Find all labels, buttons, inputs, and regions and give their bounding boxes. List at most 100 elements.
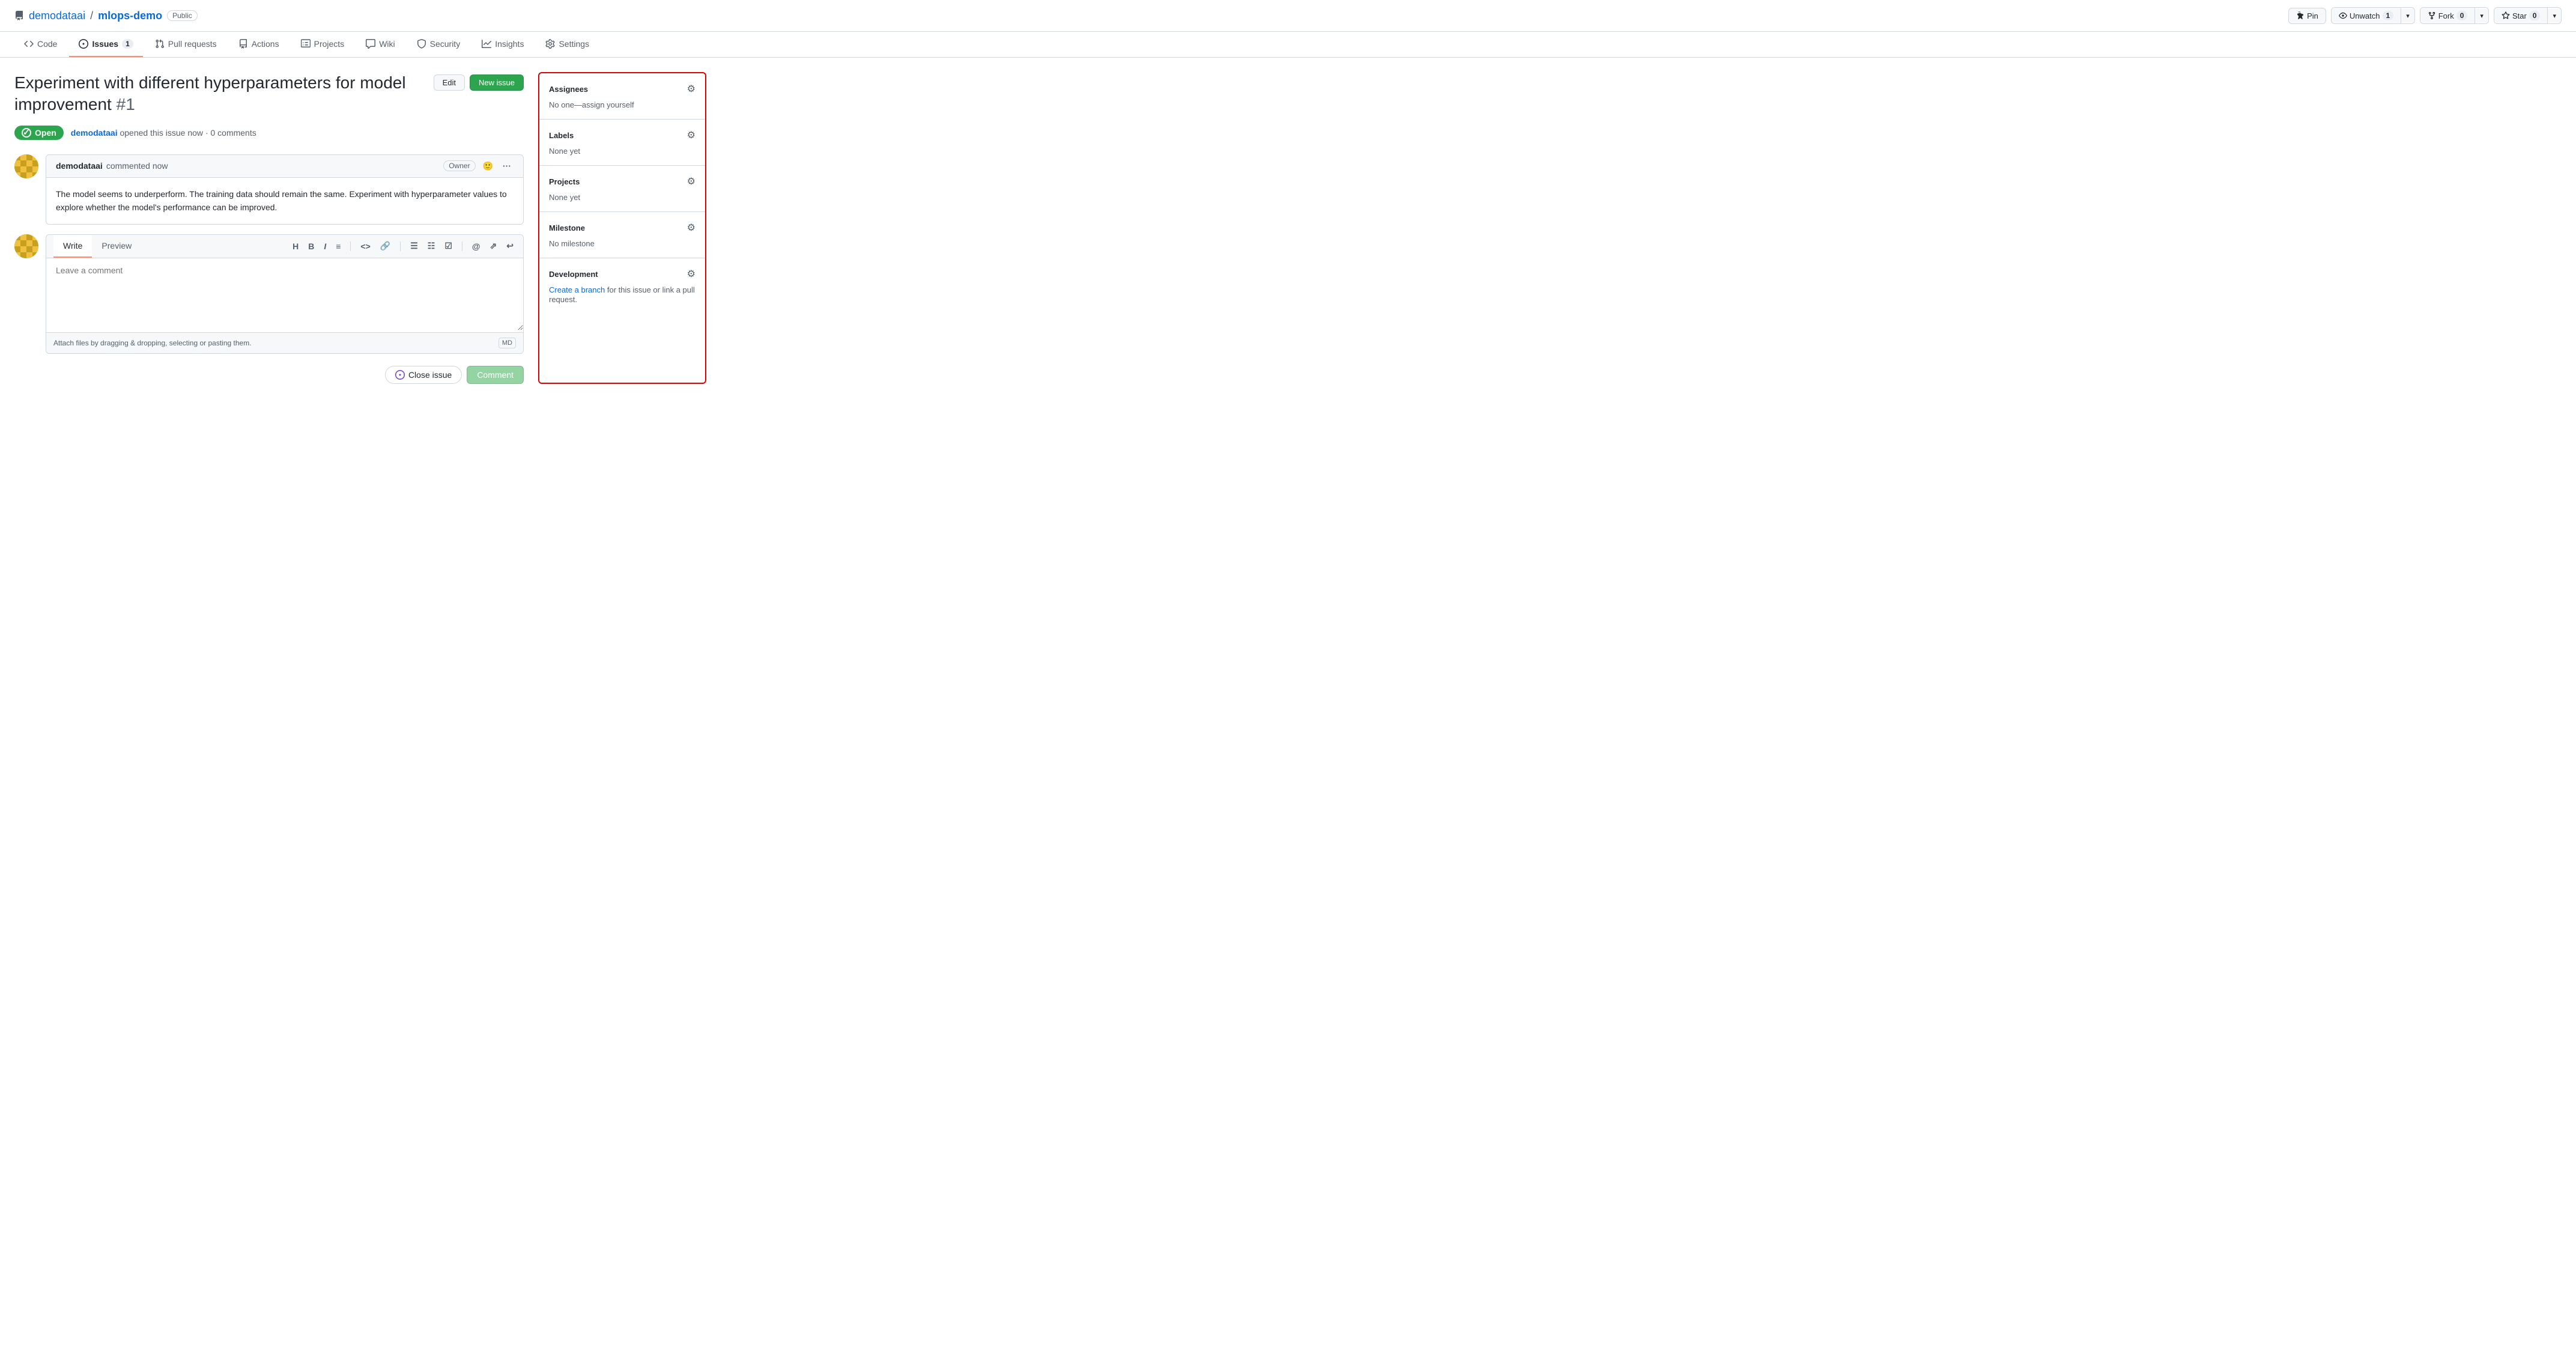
issue-content: Experiment with different hyperparameter… xyxy=(14,72,524,384)
open-label: Open xyxy=(35,128,56,138)
tab-actions-label: Actions xyxy=(252,39,279,49)
heading-icon[interactable]: H xyxy=(290,240,301,252)
repo-actions: Pin Unwatch 1 ▾ Fork 0 ▾ Star 0 ▾ xyxy=(2288,7,2562,24)
projects-gear-icon[interactable]: ⚙ xyxy=(687,175,696,187)
tab-pull-requests[interactable]: Pull requests xyxy=(145,32,226,57)
edit-button[interactable]: Edit xyxy=(434,74,465,91)
unordered-list-icon[interactable]: ☰ xyxy=(408,240,420,252)
tab-actions[interactable]: Actions xyxy=(229,32,289,57)
unwatch-button[interactable]: Unwatch 1 xyxy=(2332,8,2401,23)
issue-title-actions: Edit New issue xyxy=(434,74,524,91)
tab-issues[interactable]: Issues 1 xyxy=(69,32,142,57)
development-header: Development ⚙ xyxy=(549,268,696,280)
fork-count: 0 xyxy=(2456,11,2468,20)
repo-header: demodataai / mlops-demo Public Pin Unwat… xyxy=(0,0,2576,32)
fork-button[interactable]: Fork 0 xyxy=(2420,8,2476,23)
security-icon xyxy=(417,39,426,49)
actions-icon xyxy=(238,39,248,49)
comment-header-left: demodataai commented now xyxy=(56,161,168,171)
tab-wiki[interactable]: Wiki xyxy=(356,32,404,57)
toolbar-sep-2 xyxy=(400,241,401,251)
issue-title: Experiment with different hyperparameter… xyxy=(14,72,424,116)
eye-icon xyxy=(2339,11,2347,20)
comment-thread: demodataai commented now Owner 🙂 ··· The… xyxy=(14,154,524,384)
tab-insights[interactable]: Insights xyxy=(472,32,533,57)
milestone-value: No milestone xyxy=(549,239,595,248)
pin-icon xyxy=(2296,11,2305,20)
preview-tab[interactable]: Preview xyxy=(92,235,141,258)
star-label: Star xyxy=(2512,11,2527,20)
fork-label: Fork xyxy=(2438,11,2454,20)
attach-text: Attach files by dragging & dropping, sel… xyxy=(53,339,252,347)
comment-textarea[interactable] xyxy=(46,258,523,330)
fork-button-group: Fork 0 ▾ xyxy=(2420,7,2489,24)
issue-author-link[interactable]: demodataai xyxy=(71,128,118,138)
close-issue-button[interactable]: Close issue xyxy=(385,366,462,384)
labels-gear-icon[interactable]: ⚙ xyxy=(687,129,696,141)
milestone-section: Milestone ⚙ No milestone xyxy=(539,212,705,258)
tab-wiki-label: Wiki xyxy=(379,39,395,49)
repo-sep: / xyxy=(90,10,93,22)
sidebar: Assignees ⚙ No one—assign yourself Label… xyxy=(538,72,706,384)
undo-icon[interactable]: ↩ xyxy=(504,240,516,252)
new-issue-button[interactable]: New issue xyxy=(470,74,524,91)
star-dropdown[interactable]: ▾ xyxy=(2548,9,2561,23)
star-button[interactable]: Star 0 xyxy=(2494,8,2548,23)
create-branch-link[interactable]: Create a branch xyxy=(549,285,605,294)
quote-icon[interactable]: ≡ xyxy=(333,240,343,252)
cross-ref-icon[interactable]: ⇗ xyxy=(488,240,500,252)
assignees-value: No one—assign yourself xyxy=(549,100,634,109)
milestone-gear-icon[interactable]: ⚙ xyxy=(687,222,696,234)
issue-time: now xyxy=(187,128,203,138)
org-link[interactable]: demodataai xyxy=(29,10,85,22)
close-issue-label: Close issue xyxy=(408,370,452,380)
tab-projects[interactable]: Projects xyxy=(291,32,354,57)
nav-tabs: Code Issues 1 Pull requests Actions Proj… xyxy=(0,32,2576,58)
code-block-icon[interactable]: <> xyxy=(358,240,372,252)
open-badge: ✓ Open xyxy=(14,126,64,140)
unwatch-label: Unwatch xyxy=(2350,11,2380,20)
star-count: 0 xyxy=(2529,11,2541,20)
development-section: Development ⚙ Create a branch for this i… xyxy=(539,258,705,314)
unwatch-dropdown[interactable]: ▾ xyxy=(2401,9,2414,23)
repo-title: demodataai / mlops-demo Public xyxy=(14,10,198,22)
milestone-header: Milestone ⚙ xyxy=(549,222,696,234)
markdown-icon: MD xyxy=(499,338,516,348)
comment-button[interactable]: Comment xyxy=(467,366,524,384)
pin-label: Pin xyxy=(2307,11,2318,20)
assignees-gear-icon[interactable]: ⚙ xyxy=(687,83,696,95)
tab-settings[interactable]: Settings xyxy=(536,32,599,57)
write-tab[interactable]: Write xyxy=(53,235,92,258)
fork-dropdown[interactable]: ▾ xyxy=(2475,9,2488,23)
repo-link[interactable]: mlops-demo xyxy=(98,10,162,22)
tab-pr-label: Pull requests xyxy=(168,39,217,49)
issues-icon xyxy=(79,39,88,49)
close-circle-icon xyxy=(395,370,405,380)
comment-time: commented now xyxy=(106,161,168,171)
italic-icon[interactable]: I xyxy=(321,240,329,252)
bold-icon[interactable]: B xyxy=(306,240,317,252)
settings-icon xyxy=(545,39,555,49)
pin-button[interactable]: Pin xyxy=(2288,8,2326,24)
comment-menu-button[interactable]: ··· xyxy=(500,160,514,172)
unwatch-count: 1 xyxy=(2383,11,2394,20)
labels-title: Labels xyxy=(549,131,574,140)
write-actions: Close issue Comment xyxy=(46,359,524,384)
emoji-button[interactable]: 🙂 xyxy=(480,160,496,172)
labels-value: None yet xyxy=(549,147,580,156)
link-icon[interactable]: 🔗 xyxy=(378,240,393,252)
development-gear-icon[interactable]: ⚙ xyxy=(687,268,696,280)
mention-icon[interactable]: @ xyxy=(470,240,483,252)
write-comment-row: Write Preview H B I ≡ <> 🔗 xyxy=(14,234,524,384)
tab-code[interactable]: Code xyxy=(14,32,67,57)
ordered-list-icon[interactable]: ☷ xyxy=(425,240,438,252)
fork-icon xyxy=(2428,11,2436,20)
issue-meta-text: demodataai opened this issue now · 0 com… xyxy=(71,128,256,138)
task-list-icon[interactable]: ☑ xyxy=(442,240,455,252)
tab-security[interactable]: Security xyxy=(407,32,470,57)
star-icon xyxy=(2502,11,2510,20)
tab-security-label: Security xyxy=(430,39,461,49)
tab-code-label: Code xyxy=(37,39,57,49)
assignees-section: Assignees ⚙ No one—assign yourself xyxy=(539,73,705,120)
code-icon xyxy=(24,39,34,49)
